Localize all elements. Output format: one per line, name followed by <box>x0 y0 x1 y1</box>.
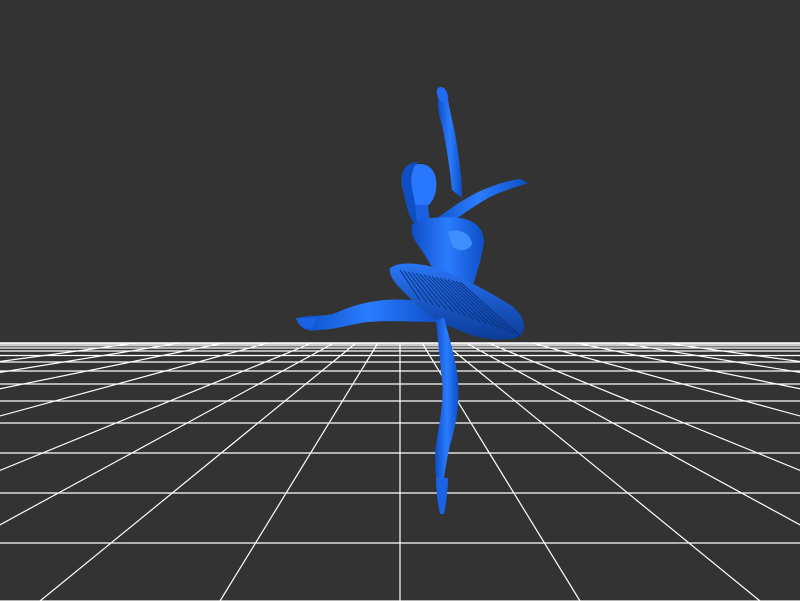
ballerina-model[interactable] <box>296 86 528 514</box>
grid-line-depth <box>487 342 800 472</box>
grid-line-depth <box>0 342 313 472</box>
grid-line-depth <box>0 342 137 363</box>
grid-line-depth <box>619 342 800 374</box>
grid-line-depth <box>39 342 357 601</box>
model-left-arm <box>437 90 462 198</box>
3d-viewport[interactable] <box>0 0 800 601</box>
grid-line-depth <box>663 342 800 363</box>
grid-line-depth <box>465 342 800 526</box>
scene-canvas[interactable] <box>0 0 800 601</box>
grid-line-depth <box>531 342 800 417</box>
grid-line-depth <box>0 342 269 417</box>
grid-line-depth <box>443 342 761 601</box>
grid-line-depth <box>575 342 800 390</box>
grid-line-depth <box>0 342 335 526</box>
grid-line-depth <box>0 342 225 390</box>
model-pointe-foot <box>436 478 448 514</box>
floor-grid <box>0 342 800 601</box>
grid-line-depth <box>219 342 379 601</box>
grid-line-depth <box>0 342 181 374</box>
